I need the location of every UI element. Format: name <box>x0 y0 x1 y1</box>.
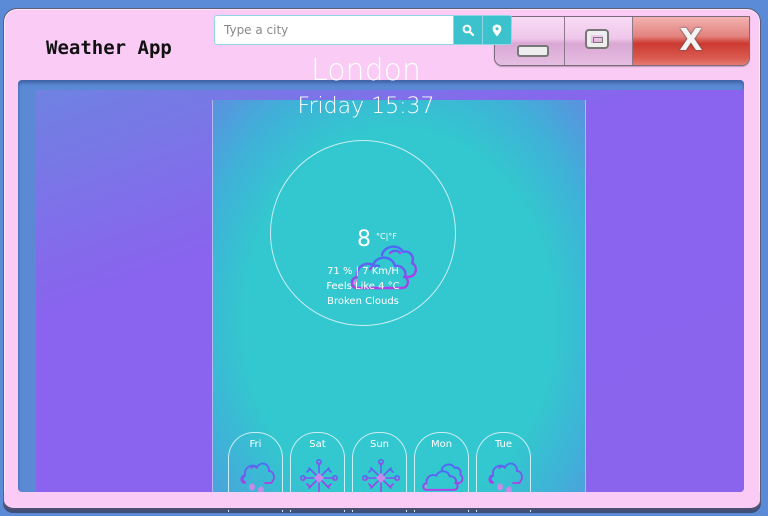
close-icon: X <box>679 23 703 58</box>
close-button[interactable]: X <box>633 17 749 65</box>
maximize-icon <box>585 29 609 49</box>
maximize-button[interactable] <box>565 17 633 65</box>
snowflake-icon <box>299 459 338 494</box>
city-search-input[interactable] <box>215 16 453 44</box>
forecast-day: Sat <box>309 439 326 450</box>
feels-like: Feels Like 4 °C <box>326 281 400 292</box>
current-location-button[interactable] <box>482 16 511 44</box>
temperature-value: 8 <box>357 227 371 252</box>
snowflake-icon <box>361 459 400 494</box>
city-name: London <box>311 53 421 88</box>
rain-cloud-icon <box>240 462 275 494</box>
current-datetime: Friday 15:37 <box>297 94 435 119</box>
search-bar <box>214 15 512 45</box>
window-bottom-border <box>4 492 760 510</box>
weather-description: Broken Clouds <box>327 296 399 307</box>
map-pin-icon <box>492 24 502 36</box>
rain-cloud-icon <box>488 462 523 494</box>
forecast-day: Mon <box>430 439 453 450</box>
weather-details: 71 % | 7 Km/H Feels Like 4 °C Broken Clo… <box>270 264 456 309</box>
broken-clouds-icon <box>422 463 464 491</box>
forecast-day: Fri <box>249 439 262 450</box>
unit-toggle[interactable]: °C|°F <box>376 232 397 241</box>
forecast-day: Tue <box>494 439 513 450</box>
window-title: Weather App <box>46 37 172 59</box>
humidity-wind: 71 % | 7 Km/H <box>327 266 399 277</box>
search-icon <box>462 24 474 36</box>
forecast-day: Sun <box>369 439 390 450</box>
search-button[interactable] <box>453 16 482 44</box>
